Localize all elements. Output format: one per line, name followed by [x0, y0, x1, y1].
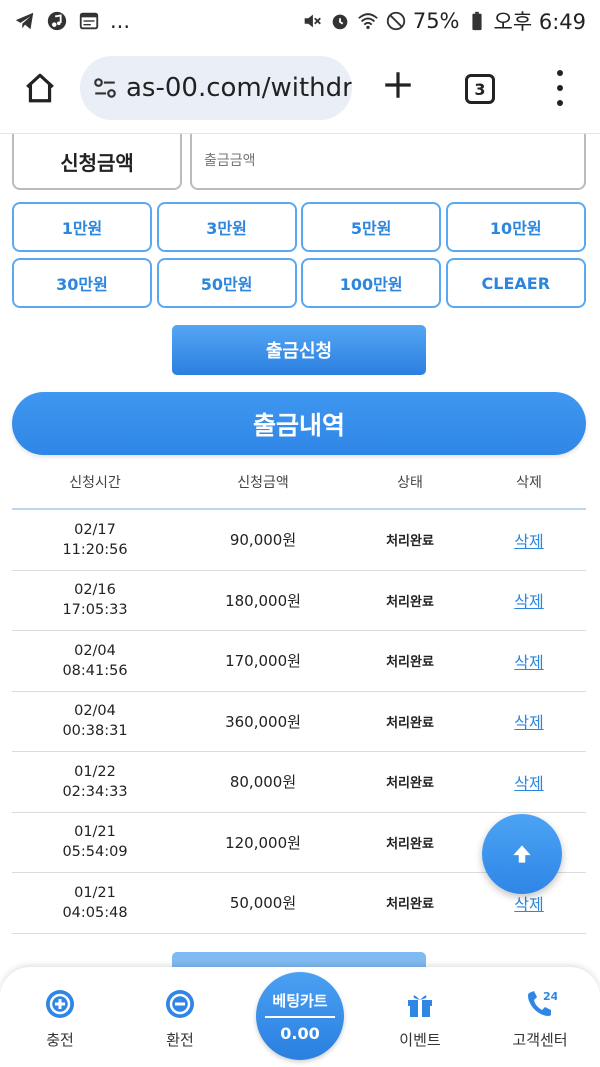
withdraw-submit-button[interactable]: 출금신청 — [172, 325, 426, 375]
nav-deposit[interactable]: 충전 — [10, 987, 110, 1050]
gift-icon — [403, 987, 437, 1021]
delete-link[interactable]: 삭제 — [514, 895, 543, 914]
request-time: 02/17 11:20:56 — [62, 521, 128, 558]
scroll-to-top-button[interactable] — [482, 814, 562, 894]
betting-cart-title: 베팅카트 — [272, 992, 328, 1010]
request-amount: 360,000원 — [225, 712, 301, 731]
status-text: 처리완료 — [386, 776, 434, 792]
amount-button-30000[interactable]: 3만원 — [156, 202, 297, 252]
request-amount: 120,000원 — [225, 833, 301, 852]
status-text: 처리완료 — [386, 715, 434, 731]
home-button[interactable] — [20, 68, 60, 108]
phone-24-icon: 24 — [523, 987, 557, 1021]
url-text[interactable]: as-00.com/withdr — [126, 73, 352, 103]
calendar-icon — [78, 10, 100, 32]
amount-button-100000[interactable]: 10만원 — [445, 202, 586, 252]
status-text: 처리완료 — [386, 897, 434, 913]
telegram-icon — [14, 10, 36, 32]
amount-button-50000[interactable]: 5만원 — [301, 202, 442, 252]
status-text: 처리완료 — [386, 534, 434, 550]
table-row: 02/04 08:41:56 170,000원 처리완료 삭제 — [12, 631, 586, 692]
delete-link[interactable]: 삭제 — [514, 532, 543, 551]
column-header-status: 상태 — [397, 475, 423, 491]
nav-deposit-label: 충전 — [46, 1031, 74, 1049]
status-text: 처리완료 — [386, 655, 434, 671]
plus-circle-icon — [43, 987, 77, 1021]
svg-text:24: 24 — [543, 990, 557, 1003]
music-icon — [46, 10, 68, 32]
nav-event[interactable]: 이벤트 — [370, 987, 470, 1050]
browser-toolbar: as-00.com/withdr 3 — [0, 42, 600, 134]
table-header: 신청시간 신청금액 상태 삭제 — [12, 456, 586, 510]
table-row: 02/16 17:05:33 180,000원 처리완료 삭제 — [12, 571, 586, 631]
table-row: 01/22 02:34:33 80,000원 처리완료 삭제 — [12, 752, 586, 813]
arrow-up-icon — [513, 845, 531, 863]
history-title: 출금내역 — [12, 392, 586, 455]
more-options-icon[interactable] — [550, 70, 570, 106]
more-notifications: ... — [110, 9, 131, 33]
request-amount: 170,000원 — [225, 652, 301, 671]
request-time: 01/21 04:05:48 — [62, 884, 128, 921]
nav-support-label: 고객센터 — [512, 1031, 568, 1049]
betting-cart-value: 0.00 — [280, 1024, 320, 1043]
delete-link[interactable]: 삭제 — [514, 653, 543, 672]
request-time: 02/16 17:05:33 — [62, 582, 128, 619]
column-header-delete: 삭제 — [516, 475, 542, 491]
alarm-icon — [329, 10, 351, 32]
new-tab-button[interactable] — [378, 68, 418, 108]
request-amount: 90,000원 — [229, 531, 297, 550]
column-header-time: 신청시간 — [69, 475, 121, 491]
status-text: 처리완료 — [386, 594, 434, 610]
battery-percent: 75% — [412, 9, 460, 33]
amount-button-300000[interactable]: 30만원 — [12, 258, 152, 308]
table-row: 02/17 11:20:56 90,000원 처리완료 삭제 — [12, 510, 586, 571]
wifi-icon — [357, 10, 379, 32]
nav-exchange-label: 환전 — [166, 1031, 194, 1049]
clock: 오후 6:49 — [493, 10, 586, 34]
amount-button-10000[interactable]: 1만원 — [12, 202, 152, 252]
amount-button-1000000[interactable]: 100만원 — [301, 258, 442, 308]
withdraw-page: 신청금액 1만원 3만원 5만원 10만원 30만원 50만원 100만원 CL… — [0, 134, 600, 1067]
mute-icon — [301, 10, 323, 32]
request-time: 01/22 02:34:33 — [62, 763, 128, 800]
battery-icon — [466, 10, 488, 32]
no-signal-icon — [385, 10, 407, 32]
column-header-amount: 신청금액 — [237, 475, 289, 491]
nav-exchange[interactable]: 환전 — [130, 987, 230, 1050]
amount-label: 신청금액 — [12, 134, 182, 190]
request-amount: 50,000원 — [229, 894, 297, 913]
home-icon — [26, 73, 54, 103]
nav-event-label: 이벤트 — [399, 1031, 441, 1049]
delete-link[interactable]: 삭제 — [514, 713, 543, 732]
amount-input[interactable] — [190, 134, 586, 190]
amount-button-500000[interactable]: 50만원 — [156, 258, 297, 308]
request-amount: 180,000원 — [225, 591, 301, 610]
minus-circle-icon — [163, 987, 197, 1021]
request-time: 01/21 05:54:09 — [62, 824, 128, 861]
request-amount: 80,000원 — [229, 773, 297, 792]
address-bar[interactable]: as-00.com/withdr — [80, 56, 352, 120]
status-bar: ... 75% 오후 6:49 — [0, 0, 600, 42]
plus-icon — [385, 72, 411, 98]
delete-link[interactable]: 삭제 — [514, 592, 543, 611]
betting-cart-button[interactable]: 베팅카트 0.00 — [256, 972, 344, 1060]
quick-amount-grid: 1만원 3만원 5만원 10만원 30만원 50만원 100만원 CLEAER — [12, 202, 586, 308]
clear-button[interactable]: CLEAER — [445, 258, 586, 308]
site-settings-icon[interactable] — [92, 72, 118, 104]
request-time: 02/04 00:38:31 — [62, 703, 128, 740]
status-text: 처리완료 — [386, 836, 434, 852]
tab-switcher-button[interactable]: 3 — [465, 74, 495, 104]
request-time: 02/04 08:41:56 — [62, 642, 128, 679]
table-row: 02/04 00:38:31 360,000원 처리완료 삭제 — [12, 692, 586, 752]
delete-link[interactable]: 삭제 — [514, 774, 543, 793]
nav-support[interactable]: 24 고객센터 — [490, 987, 590, 1050]
